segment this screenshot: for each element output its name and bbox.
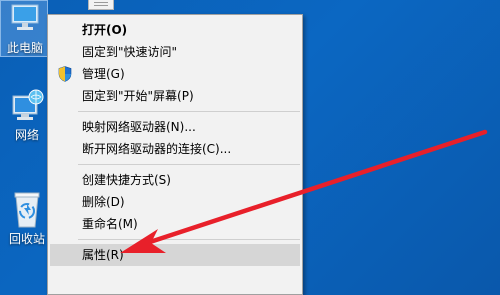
desktop-icon-recycle-bin[interactable]: 回收站: [2, 190, 52, 246]
menu-item-label: 断开网络驱动器的连接(C)...: [82, 142, 232, 156]
menu-item-create-shortcut[interactable]: 创建快捷方式(S): [48, 169, 302, 191]
menu-item-map-network-drive[interactable]: 映射网络驱动器(N)...: [48, 116, 302, 138]
desktop-icon-label: 回收站: [8, 232, 45, 246]
menu-item-label: 固定到"快速访问": [82, 45, 178, 59]
menu-item-label: 属性(R): [82, 248, 124, 262]
menu-separator: [78, 239, 300, 240]
menu-item-open[interactable]: 打开(O): [48, 19, 302, 41]
menu-item-label: 重命名(M): [82, 217, 138, 231]
menu-item-label: 固定到"开始"屏幕(P): [82, 89, 194, 103]
menu-separator: [78, 164, 300, 165]
menu-item-disconnect-network-drive[interactable]: 断开网络驱动器的连接(C)...: [48, 138, 302, 160]
menu-item-label: 删除(D): [82, 195, 125, 209]
menu-item-delete[interactable]: 删除(D): [48, 191, 302, 213]
desktop-icon-label: 网络: [14, 128, 39, 142]
desktop-icon-this-pc[interactable]: 此电脑: [0, 0, 48, 57]
menu-item-manage[interactable]: 管理(G): [48, 63, 302, 85]
computer-icon: [11, 4, 39, 30]
menu-item-label: 创建快捷方式(S): [82, 173, 171, 187]
desktop-icon-network[interactable]: 网络: [2, 88, 52, 142]
document-icon[interactable]: [88, 0, 114, 10]
context-menu: 打开(O) 固定到"快速访问" 管理(G) 固定到"开始"屏幕(P) 映射网络驱…: [47, 14, 303, 295]
network-icon: [12, 89, 44, 120]
desktop-icon-label: 此电脑: [6, 41, 43, 55]
uac-shield-icon: [58, 66, 72, 82]
menu-item-label: 打开(O): [82, 23, 128, 37]
menu-item-rename[interactable]: 重命名(M): [48, 213, 302, 235]
menu-item-label: 管理(G): [82, 67, 125, 81]
menu-separator: [78, 111, 300, 112]
recycle-bin-icon: [14, 192, 40, 228]
menu-item-pin-start[interactable]: 固定到"开始"屏幕(P): [48, 85, 302, 107]
menu-item-properties[interactable]: 属性(R): [50, 244, 300, 266]
menu-item-label: 映射网络驱动器(N)...: [82, 120, 196, 134]
menu-item-pin-quick-access[interactable]: 固定到"快速访问": [48, 41, 302, 63]
